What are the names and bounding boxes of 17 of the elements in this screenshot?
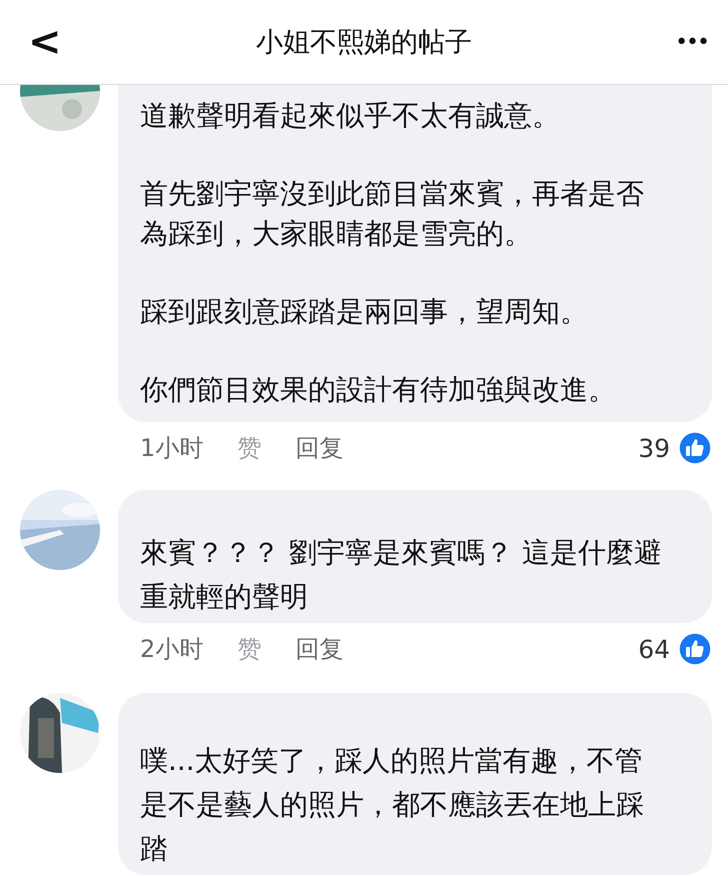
reaction-count: 39 <box>638 434 670 462</box>
back-button[interactable]: < <box>28 22 62 62</box>
reaction-count: 64 <box>638 634 670 664</box>
reply-link[interactable]: 回复 <box>295 633 344 665</box>
comment-time: 2小时 <box>140 634 204 665</box>
comment-text: 道歉聲明看起來似乎不太有誠意。 <box>140 98 561 134</box>
more-button[interactable]: ••• <box>675 30 708 54</box>
thumbs-up-icon <box>678 632 712 666</box>
comment-text: 你們節目效果的設計有待加強與改進。 <box>140 372 617 408</box>
reply-link[interactable]: 回复 <box>295 432 344 464</box>
comment-time: 1小时 <box>140 433 204 464</box>
comment-text: 踩到跟刻意踩踏是兩回事，望周知。 <box>140 294 589 330</box>
comment-text: 噗...太好笑了，踩人的照片當有趣，不管 是不是藝人的照片，都不應該丟在地上踩 踏 <box>140 743 645 867</box>
thumbs-up-icon <box>678 431 712 465</box>
page-title: 小姐不熙娣的帖子 <box>256 27 472 58</box>
comment-text: 來賓？？？ 劉宇寧是來賓嗎？ 這是什麼避 重就輕的聲明 <box>140 535 663 615</box>
comment-text: 首先劉宇寧沒到此節目當來賓，再者是否 為踩到，大家眼睛都是雪亮的。 <box>140 176 645 252</box>
